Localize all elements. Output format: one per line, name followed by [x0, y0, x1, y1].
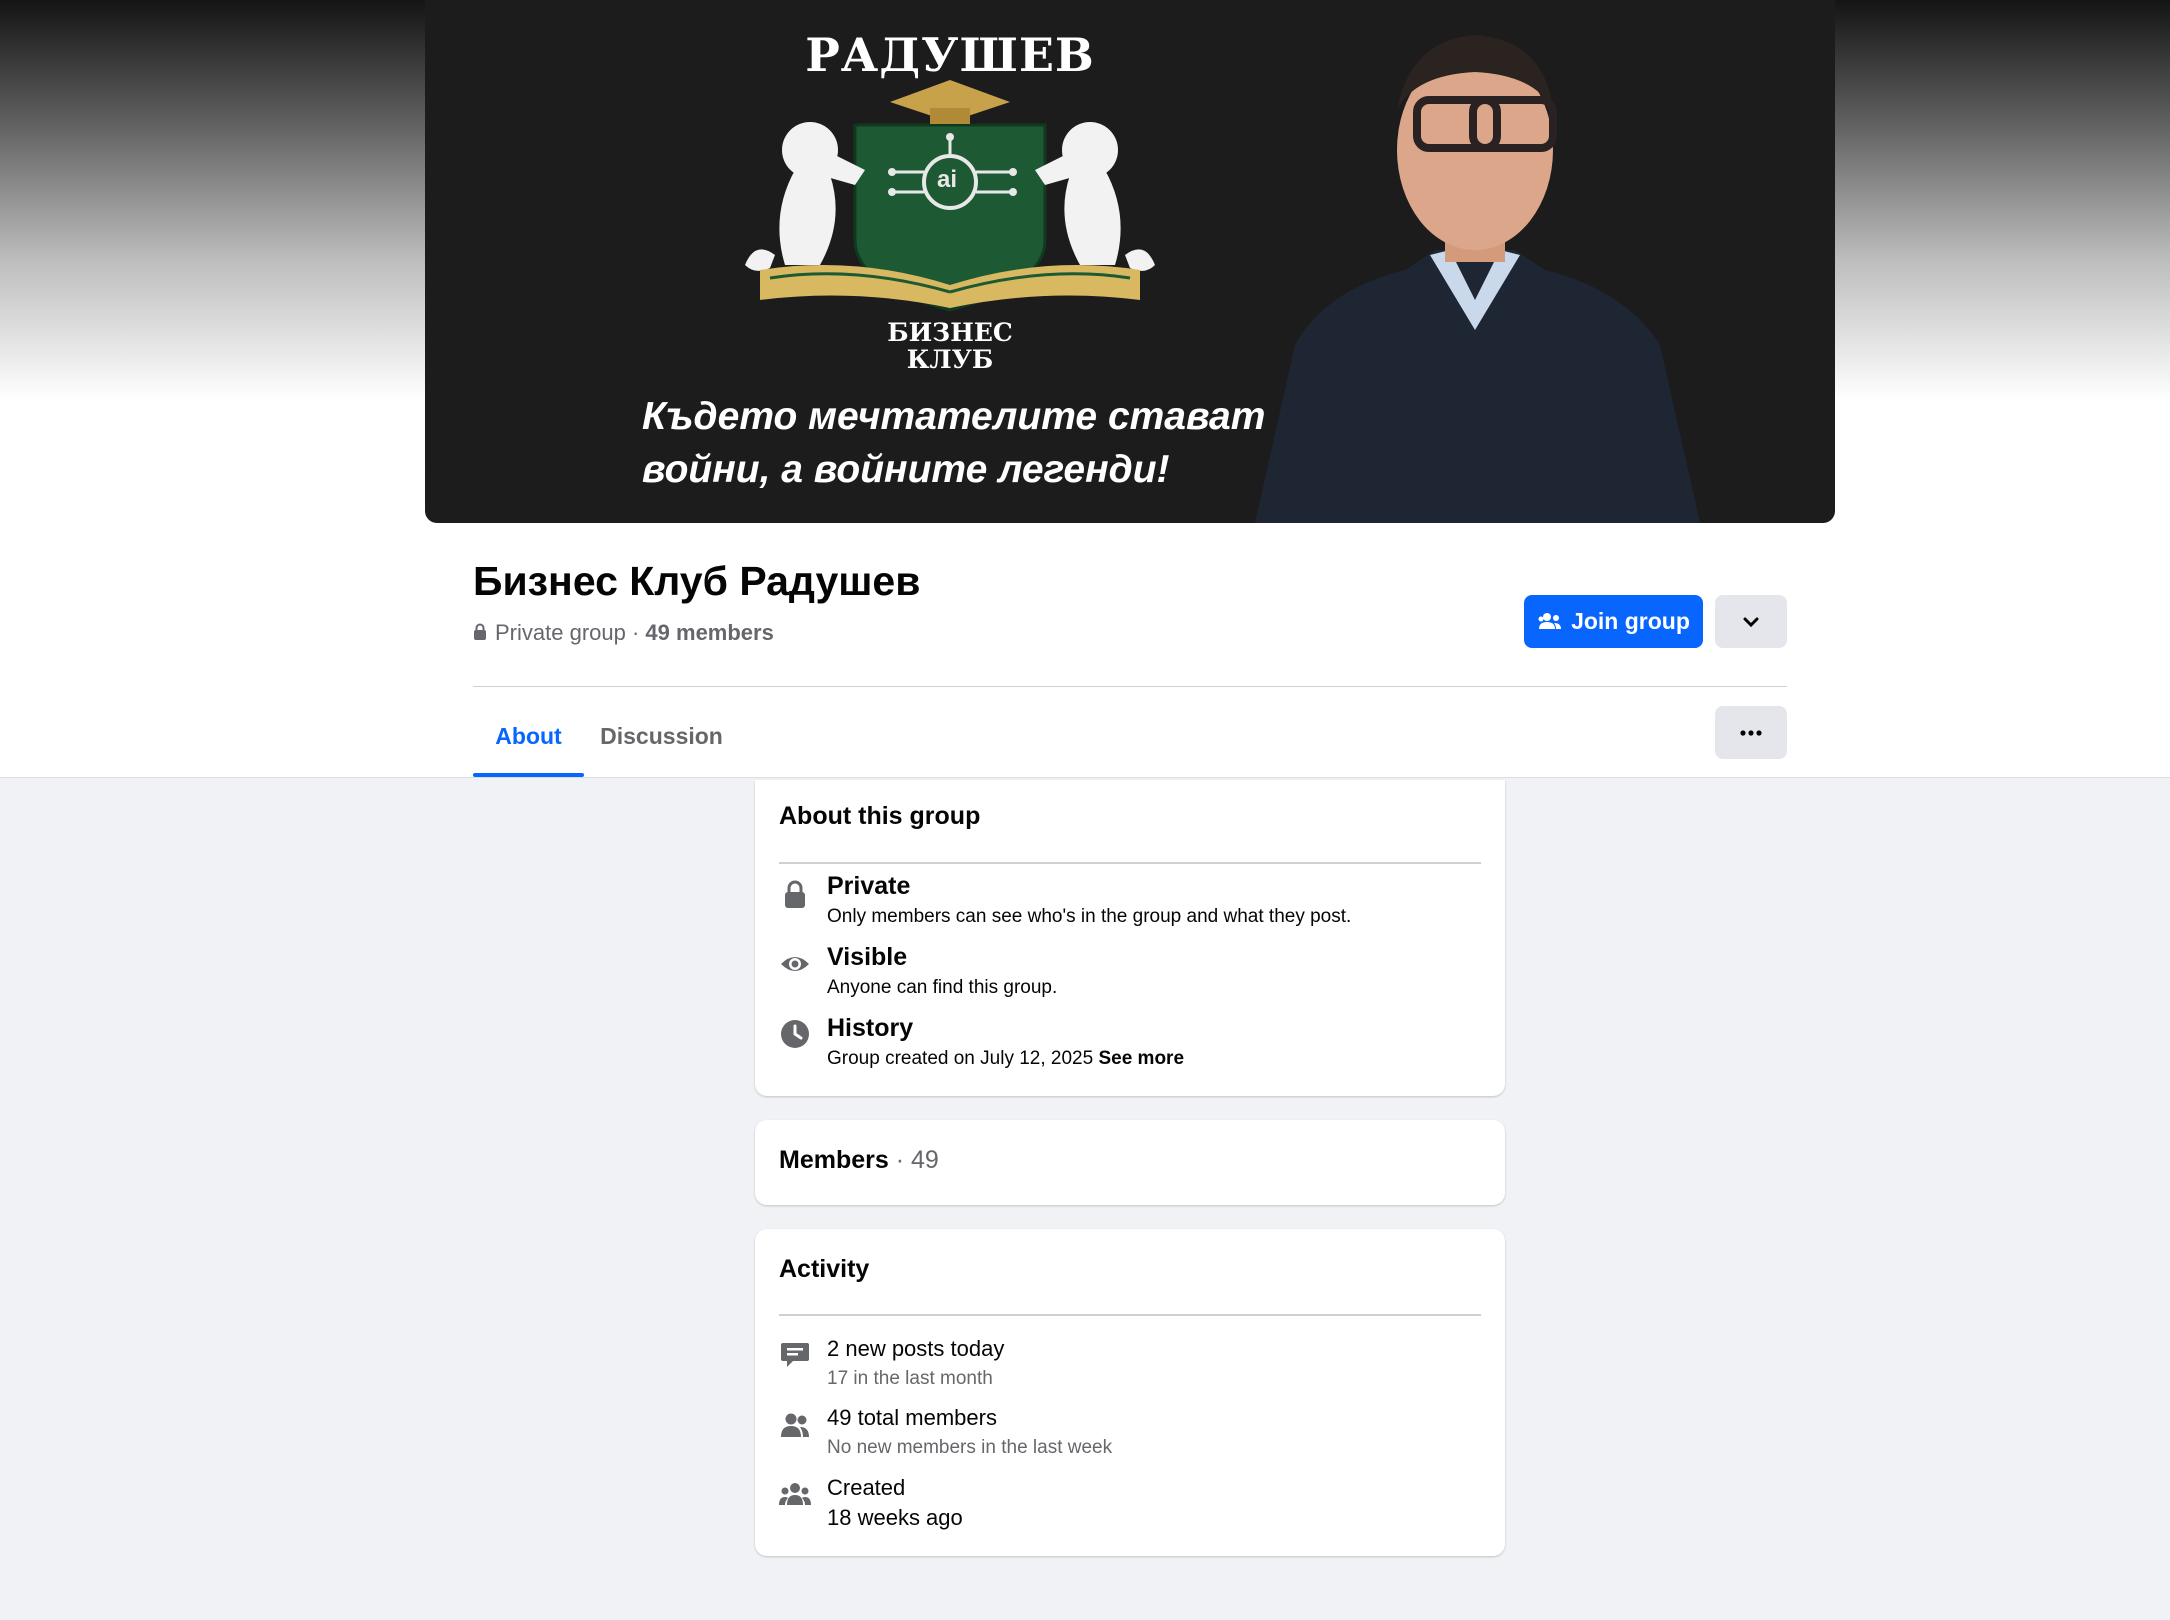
about-card-divider	[779, 862, 1481, 864]
members-count: · 49	[889, 1146, 939, 1174]
tab-about[interactable]: About	[473, 694, 584, 778]
members-number: 49	[910, 1146, 939, 1174]
join-group-label: Join group	[1571, 608, 1690, 634]
more-icon	[1740, 729, 1762, 736]
active-tab-indicator	[473, 773, 584, 777]
activity-row-subtitle: 17 in the last month	[827, 1368, 993, 1389]
group-name: Бизнес Клуб Радушев	[473, 558, 921, 604]
activity-row-title: 2 new posts today	[827, 1336, 1005, 1361]
cover-emblem-text: ai	[937, 166, 958, 193]
members-icon	[781, 1413, 809, 1437]
members-card[interactable]: Members · 49	[755, 1120, 1505, 1205]
group-meta: Private group · 49 members	[473, 620, 774, 646]
about-card-title: About this group	[779, 802, 981, 830]
about-row-description: Only members can see who's in the group …	[827, 906, 1352, 927]
see-more-link[interactable]: See more	[1098, 1048, 1184, 1069]
header-divider	[473, 686, 1787, 687]
join-group-icon	[1538, 612, 1562, 629]
members-title-label: Members	[779, 1146, 889, 1174]
lock-icon	[785, 880, 805, 908]
activity-row-title: 49 total members	[827, 1405, 997, 1430]
clock-icon	[781, 1020, 809, 1048]
about-row-title: Visible	[827, 943, 908, 971]
cover-logo-subtitle-2: КЛУБ	[906, 345, 994, 374]
about-card: About this group Private Only members ca…	[755, 780, 1505, 1096]
group-header: РАДУШЕВ БИЗНЕС КЛУБ ai Където мечтателит…	[0, 0, 2170, 778]
cover-logo-subtitle: БИЗНЕС	[887, 318, 1013, 347]
history-text: Group created on July 12, 2025	[827, 1048, 1094, 1069]
about-row-title: History	[827, 1014, 914, 1042]
cover-slogan-line-2: войни, а войните легенди!	[642, 448, 1170, 491]
cover-logo-title: РАДУШЕВ	[805, 28, 1095, 82]
chat-icon	[781, 1343, 809, 1367]
members-link[interactable]: 49 members	[645, 620, 773, 646]
tab-discussion[interactable]: Discussion	[594, 694, 729, 778]
activity-card-divider	[779, 1314, 1481, 1316]
privacy-label: Private group	[495, 620, 626, 645]
group-options-dropdown[interactable]	[1715, 595, 1787, 648]
more-options-button[interactable]	[1715, 706, 1787, 759]
group-icon	[779, 1483, 811, 1505]
members-card-title: Members · 49	[779, 1146, 939, 1175]
cover-photo[interactable]: РАДУШЕВ БИЗНЕС КЛУБ ai Където мечтателит…	[425, 0, 1835, 523]
join-group-button[interactable]: Join group	[1524, 595, 1703, 648]
eye-icon	[781, 957, 809, 971]
about-row-description: Group created on July 12, 2025 See more	[827, 1048, 1184, 1070]
chevron-down-icon	[1743, 617, 1759, 627]
activity-card: Activity 2 new posts today 17 in the las…	[755, 1229, 1505, 1556]
lock-icon	[473, 620, 487, 646]
activity-row-subtitle: No new members in the last week	[827, 1437, 1113, 1458]
cover-slogan-line-1: Където мечтателите стават	[642, 395, 1266, 438]
meta-separator: ·	[625, 620, 646, 645]
activity-row-subtitle: 18 weeks ago	[827, 1505, 963, 1530]
activity-row-title: Created	[827, 1475, 906, 1500]
members-separator: ·	[888, 1146, 911, 1174]
activity-card-title: Activity	[779, 1255, 870, 1283]
about-row-title: Private	[827, 872, 911, 900]
cover-artwork	[745, 35, 1700, 523]
about-row-description: Anyone can find this group.	[827, 977, 1058, 998]
